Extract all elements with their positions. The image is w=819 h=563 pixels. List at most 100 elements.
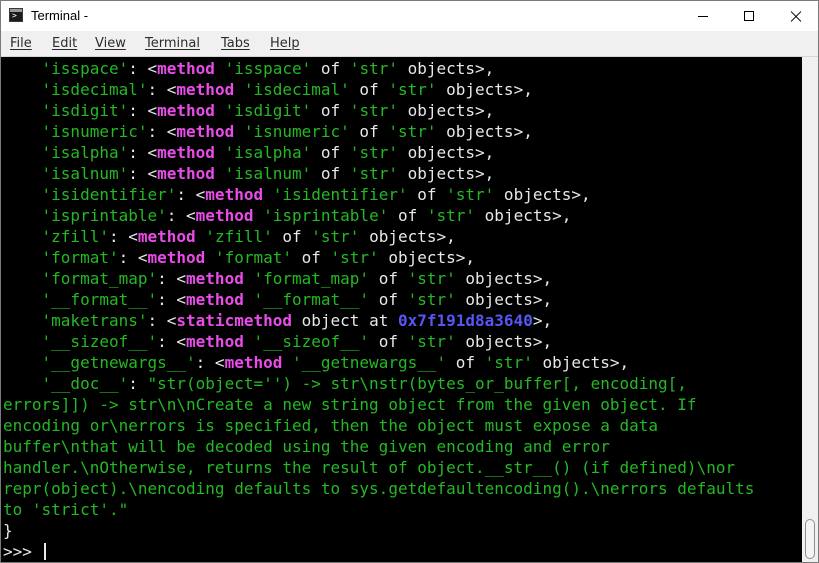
terminal-text-segment: 'str' — [340, 164, 398, 183]
terminal-text-segment: '__format__' — [243, 290, 370, 309]
terminal-text-segment: 'isalnum' — [214, 164, 312, 183]
terminal-text-segment: 'format' — [205, 248, 292, 267]
terminal-text-segment: objects>, — [494, 185, 591, 204]
terminal-text-segment: objects>, — [359, 227, 456, 246]
terminal-text-segment: method — [157, 101, 215, 120]
terminal-text-segment: : < — [166, 206, 196, 225]
maximize-button[interactable] — [726, 1, 772, 31]
terminal-text-segment: of — [311, 143, 341, 162]
terminal-text-segment: buffer\nthat will be decoded using the g… — [3, 437, 610, 456]
terminal-text-segment: method — [186, 269, 244, 288]
terminal-text-segment: of — [311, 59, 341, 78]
terminal-line: 'isnumeric': <method 'isnumeric' of 'str… — [3, 121, 754, 142]
menu-help[interactable]: Help — [270, 35, 300, 52]
terminal-text-segment: 'str' — [475, 353, 533, 372]
terminal-text-segment: of — [369, 332, 398, 351]
terminal-line: '__sizeof__': <method '__sizeof__' of 's… — [3, 331, 754, 352]
terminal-text: 'isspace': <method 'isspace' of 'str' ob… — [3, 58, 754, 562]
terminal-line: handler.\nOtherwise, returns the result … — [3, 457, 754, 478]
terminal-text-segment: : — [128, 374, 148, 393]
terminal-text-segment: method — [147, 248, 206, 267]
terminal-text-segment: 0x7f191d8a3640 — [397, 311, 533, 330]
terminal-text-segment: 'str' — [301, 227, 360, 246]
menu-terminal[interactable]: Terminal — [145, 35, 200, 52]
terminal-text-segment: 'isspace' — [3, 59, 129, 78]
title-bar[interactable]: Terminal - — [1, 1, 818, 31]
menu-tabs[interactable]: Tabs — [221, 35, 250, 52]
terminal-text-segment: 'zfill' — [3, 227, 109, 246]
terminal-line: 'isspace': <method 'isspace' of 'str' ob… — [3, 58, 754, 79]
terminal-text-segment: 'isalpha' — [214, 143, 312, 162]
terminal-line: } — [3, 520, 754, 541]
terminal-text-segment: '__sizeof__' — [3, 332, 158, 351]
terminal-text-segment: 'str' — [436, 185, 495, 204]
terminal-text-segment: 'isidentifier' — [263, 185, 408, 204]
vertical-scrollbar[interactable] — [802, 57, 818, 562]
terminal-text-segment: method — [176, 122, 235, 141]
terminal-line: 'isprintable': <method 'isprintable' of … — [3, 205, 754, 226]
terminal-text-segment: '__doc__' — [3, 374, 129, 393]
terminal-line: 'isalnum': <method 'isalnum' of 'str' ob… — [3, 163, 754, 184]
terminal-text-segment: method — [176, 80, 235, 99]
terminal-line: 'isdecimal': <method 'isdecimal' of 'str… — [3, 79, 754, 100]
terminal-line: 'zfill': <method 'zfill' of 'str' object… — [3, 226, 754, 247]
terminal-text-segment: 'isdecimal' — [234, 80, 350, 99]
window-title: Terminal - — [31, 8, 89, 23]
terminal-text-segment: errors]]) -> str\n\nCreate a new string … — [3, 395, 697, 414]
terminal-text-segment: 'isalnum' — [3, 164, 129, 183]
terminal-text-segment: 'isnumeric' — [234, 122, 350, 141]
terminal-text-segment: '__sizeof__' — [243, 332, 370, 351]
terminal-text-segment: : < — [147, 122, 177, 141]
terminal-line: '__getnewargs__': <method '__getnewargs_… — [3, 352, 754, 373]
terminal-text-segment: objects>, — [378, 248, 476, 267]
terminal-line: 'isalpha': <method 'isalpha' of 'str' ob… — [3, 142, 754, 163]
terminal-text-segment: 'str' — [378, 122, 437, 141]
text-cursor — [43, 543, 46, 560]
terminal-text-segment: : < — [195, 353, 225, 372]
terminal-text-segment: : < — [128, 164, 158, 183]
terminal-text-segment: of — [349, 80, 379, 99]
close-button[interactable] — [772, 1, 818, 31]
menu-edit[interactable]: Edit — [52, 35, 77, 52]
terminal-text-segment: '__format__' — [3, 290, 158, 309]
terminal-text-segment: 'isidentifier' — [3, 185, 177, 204]
terminal-text-segment: : < — [147, 311, 177, 330]
terminal-text-segment: 'isnumeric' — [3, 122, 148, 141]
prompt-line[interactable]: >>> — [3, 541, 754, 562]
terminal-text-segment: objects>, — [475, 206, 572, 225]
menu-view[interactable]: View — [95, 35, 126, 52]
terminal-text-segment: objects>, — [455, 290, 553, 309]
terminal-line: 'format': <method 'format' of 'str' obje… — [3, 247, 754, 268]
terminal-text-segment: 'str' — [340, 59, 398, 78]
menu-file[interactable]: File — [10, 35, 32, 52]
terminal-text-segment: : < — [157, 290, 187, 309]
terminal-line: errors]]) -> str\n\nCreate a new string … — [3, 394, 754, 415]
terminal-text-segment: 'str' — [378, 80, 437, 99]
terminal-line: '__doc__': "str(object='') -> str\nstr(b… — [3, 373, 754, 394]
terminal-text-segment: objects>, — [397, 143, 495, 162]
terminal-text-segment: : < — [118, 248, 148, 267]
terminal-text-segment: 'format_map' — [3, 269, 158, 288]
terminal-text-segment: objects>, — [397, 101, 495, 120]
terminal-line: to 'strict'." — [3, 499, 754, 520]
terminal-text-segment: of — [369, 290, 398, 309]
terminal-line: encoding or\nerrors is specified, then t… — [3, 415, 754, 436]
terminal-text-segment: of — [292, 248, 321, 267]
terminal-text-segment: : < — [147, 80, 177, 99]
terminal-text-segment: of — [446, 353, 476, 372]
scrollbar-thumb[interactable] — [805, 519, 815, 559]
terminal-text-segment: encoding or\nerrors is specified, then t… — [3, 416, 659, 435]
minimize-button[interactable] — [680, 1, 726, 31]
terminal-text-segment: object at — [292, 311, 398, 330]
terminal-text-segment: } — [3, 521, 13, 540]
terminal-window: Terminal - File Edit View Terminal Tabs … — [0, 0, 819, 563]
terminal-line: 'isidentifier': <method 'isidentifier' o… — [3, 184, 754, 205]
terminal-text-segment: 'str' — [397, 269, 456, 288]
python-prompt: >>> — [3, 542, 42, 561]
terminal-text-segment: : < — [176, 185, 206, 204]
terminal-line: '__format__': <method '__format__' of 's… — [3, 289, 754, 310]
terminal-text-segment: '__getnewargs__' — [3, 353, 196, 372]
terminal-output[interactable]: 'isspace': <method 'isspace' of 'str' ob… — [1, 57, 802, 562]
terminal-line: 'isdigit': <method 'isdigit' of 'str' ob… — [3, 100, 754, 121]
terminal-text-segment: >, — [532, 311, 553, 330]
